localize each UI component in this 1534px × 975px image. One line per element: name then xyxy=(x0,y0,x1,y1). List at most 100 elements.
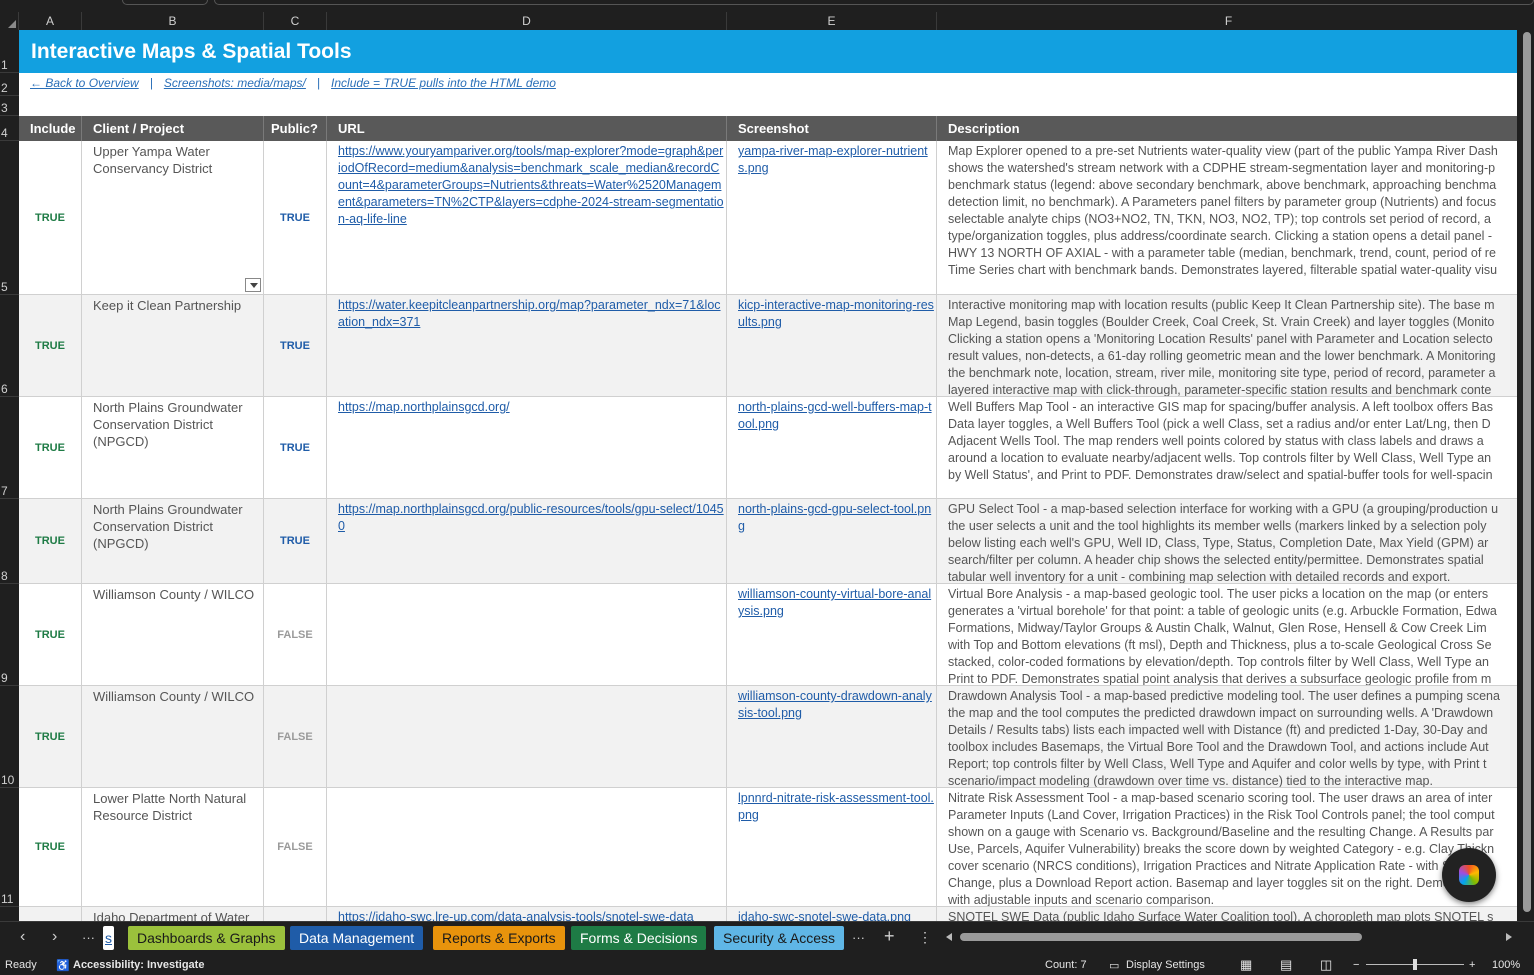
more-sheets-left-button[interactable]: ··· xyxy=(82,930,95,945)
row-header[interactable]: 7 xyxy=(0,397,19,499)
add-sheet-button[interactable]: + xyxy=(884,926,895,947)
copilot-button[interactable] xyxy=(1442,848,1496,902)
column-header-d[interactable]: D xyxy=(327,12,727,30)
url-cell[interactable] xyxy=(327,788,727,906)
description-cell[interactable]: Well Buffers Map Tool - an interactive G… xyxy=(937,397,1517,498)
scroll-left-icon[interactable] xyxy=(946,933,952,941)
client-cell[interactable]: North Plains Groundwater Conservation Di… xyxy=(82,499,264,583)
include-cell[interactable]: TRUE xyxy=(19,397,82,498)
screenshot-cell[interactable]: williamson-county-drawdown-analysis-tool… xyxy=(727,686,937,787)
include-cell[interactable] xyxy=(19,907,82,921)
prev-sheet-button[interactable]: ‹ xyxy=(20,928,25,946)
include-cell[interactable]: TRUE xyxy=(19,788,82,906)
client-cell[interactable]: North Plains Groundwater Conservation Di… xyxy=(82,397,264,498)
row-header[interactable]: 5 xyxy=(0,141,19,295)
next-sheet-button[interactable]: › xyxy=(52,928,57,946)
column-header-e[interactable]: E xyxy=(727,12,937,30)
window-tab-stub[interactable] xyxy=(122,0,208,5)
sheet-tab[interactable]: Dashboards & Graphs xyxy=(128,926,285,950)
column-header-f[interactable]: F xyxy=(937,12,1520,30)
screenshot-link[interactable]: williamson-county-virtual-bore-analysis.… xyxy=(738,586,934,620)
page-layout-view-icon[interactable]: ▤ xyxy=(1280,957,1292,973)
include-cell[interactable]: TRUE xyxy=(19,499,82,583)
row-header[interactable]: 4 xyxy=(0,116,19,141)
page-break-view-icon[interactable]: ◫ xyxy=(1320,957,1332,973)
public-cell[interactable]: TRUE xyxy=(264,499,327,583)
include-note-link[interactable]: Include = TRUE pulls into the HTML demo xyxy=(331,76,556,90)
zoom-slider-thumb[interactable] xyxy=(1413,959,1417,970)
formula-area-stub[interactable] xyxy=(214,0,1534,5)
include-cell[interactable]: TRUE xyxy=(19,686,82,787)
sheet-tab[interactable]: Reports & Exports xyxy=(433,926,565,950)
sheet-tab[interactable]: Forms & Decisions xyxy=(571,926,707,950)
screenshot-link[interactable]: lpnnrd-nitrate-risk-assessment-tool.png xyxy=(738,790,934,824)
sheet-tab[interactable]: Security & Access xyxy=(714,926,845,950)
vertical-scroll-thumb[interactable] xyxy=(1523,32,1531,912)
description-cell[interactable]: Nitrate Risk Assessment Tool - a map-bas… xyxy=(937,788,1517,906)
row-header[interactable]: 2 xyxy=(0,73,19,96)
horizontal-scroll-thumb[interactable] xyxy=(960,933,1362,941)
scroll-right-icon[interactable] xyxy=(1506,933,1512,941)
row-header[interactable]: 8 xyxy=(0,499,19,584)
zoom-out-button[interactable]: − xyxy=(1353,959,1359,971)
header-public[interactable]: Public? xyxy=(264,116,327,141)
public-cell[interactable]: TRUE xyxy=(264,295,327,396)
row-header[interactable]: 9 xyxy=(0,584,19,686)
screenshot-cell[interactable]: idaho-swc-snotel-swe-data.png xyxy=(727,907,937,921)
screenshot-cell[interactable]: williamson-county-virtual-bore-analysis.… xyxy=(727,584,937,685)
include-cell[interactable]: TRUE xyxy=(19,295,82,396)
horizontal-scrollbar[interactable] xyxy=(946,930,1518,944)
url-link[interactable]: https://map.northplainsgcd.org/public-re… xyxy=(338,501,724,535)
description-cell[interactable]: Drawdown Analysis Tool - a map-based pre… xyxy=(937,686,1517,787)
description-cell[interactable]: Map Explorer opened to a pre-set Nutrien… xyxy=(937,141,1517,294)
url-cell[interactable]: https://idaho-swc.lre-up.com/data-analys… xyxy=(327,907,727,921)
vertical-scrollbar[interactable] xyxy=(1520,30,1534,921)
client-cell[interactable]: Keep it Clean Partnership xyxy=(82,295,264,396)
screenshot-cell[interactable]: north-plains-gcd-well-buffers-map-tool.p… xyxy=(727,397,937,498)
screenshot-link[interactable]: yampa-river-map-explorer-nutrients.png xyxy=(738,143,934,177)
public-cell[interactable]: TRUE xyxy=(264,141,327,294)
column-header-c[interactable]: C xyxy=(264,12,327,30)
public-cell[interactable]: FALSE xyxy=(264,686,327,787)
url-link[interactable]: https://idaho-swc.lre-up.com/data-analys… xyxy=(338,909,724,921)
column-header-a[interactable]: A xyxy=(19,12,82,30)
url-cell[interactable]: https://map.northplainsgcd.org/public-re… xyxy=(327,499,727,583)
url-link[interactable]: https://www.youryampariver.org/tools/map… xyxy=(338,143,724,228)
header-url[interactable]: URL xyxy=(327,116,727,141)
filter-dropdown-icon[interactable] xyxy=(245,278,261,292)
screenshot-link[interactable]: williamson-county-drawdown-analysis-tool… xyxy=(738,688,934,722)
row-header[interactable]: 1 xyxy=(0,30,19,73)
zoom-in-button[interactable]: + xyxy=(1469,959,1475,971)
accessibility-status[interactable]: Accessibility: Investigate xyxy=(73,959,204,971)
include-cell[interactable]: TRUE xyxy=(19,584,82,685)
public-cell[interactable]: TRUE xyxy=(264,397,327,498)
select-all-corner[interactable] xyxy=(0,12,19,30)
public-cell[interactable]: FALSE xyxy=(264,584,327,685)
description-cell[interactable]: GPU Select Tool - a map-based selection … xyxy=(937,499,1517,583)
sheet-options-icon[interactable]: ⋮ xyxy=(918,929,932,946)
row-header[interactable]: 11 xyxy=(0,788,19,907)
screenshot-cell[interactable]: yampa-river-map-explorer-nutrients.png xyxy=(727,141,937,294)
client-cell[interactable]: Williamson County / WILCO xyxy=(82,584,264,685)
column-header-b[interactable]: B xyxy=(82,12,264,30)
header-description[interactable]: Description xyxy=(937,116,1517,141)
screenshot-link[interactable]: idaho-swc-snotel-swe-data.png xyxy=(738,909,934,921)
screenshot-cell[interactable]: north-plains-gcd-gpu-select-tool.png xyxy=(727,499,937,583)
client-cell[interactable]: Idaho Department of Water xyxy=(82,907,264,921)
header-include[interactable]: Include xyxy=(19,116,82,141)
row-header[interactable]: 3 xyxy=(0,96,19,116)
header-client[interactable]: Client / Project xyxy=(82,116,264,141)
back-to-overview-link[interactable]: ← Back to Overview xyxy=(30,76,139,90)
url-cell[interactable]: https://map.northplainsgcd.org/ xyxy=(327,397,727,498)
client-cell[interactable]: Lower Platte North Natural Resource Dist… xyxy=(82,788,264,906)
normal-view-icon[interactable]: ▦ xyxy=(1240,957,1252,973)
screenshot-cell[interactable]: kicp-interactive-map-monitoring-results.… xyxy=(727,295,937,396)
client-cell[interactable]: Williamson County / WILCO xyxy=(82,686,264,787)
screenshots-path-link[interactable]: Screenshots: media/maps/ xyxy=(164,76,306,90)
client-cell[interactable]: Upper Yampa Water Conservancy District xyxy=(82,141,264,294)
display-settings-button[interactable]: Display Settings xyxy=(1126,959,1205,971)
url-cell[interactable]: https://www.youryampariver.org/tools/map… xyxy=(327,141,727,294)
url-cell[interactable] xyxy=(327,686,727,787)
more-sheets-right-button[interactable]: ··· xyxy=(852,930,865,945)
header-screenshot[interactable]: Screenshot xyxy=(727,116,937,141)
